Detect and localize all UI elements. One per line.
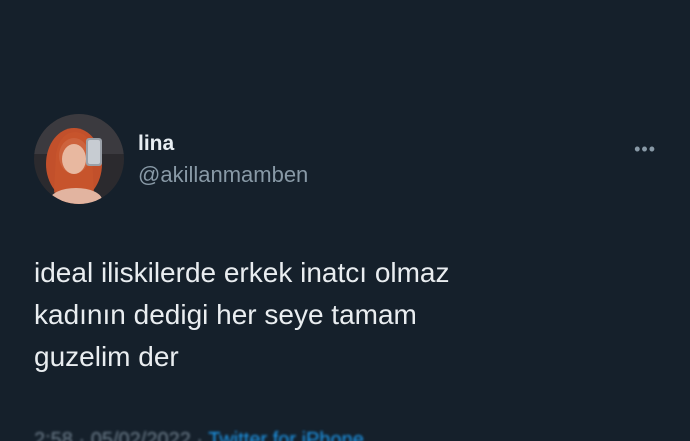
tweet-source[interactable]: Twitter for iPhone <box>208 429 364 441</box>
tweet-text-line: guzelim der <box>34 341 179 372</box>
tweet-text-line: kadının dedigi her seye tamam <box>34 299 417 330</box>
username[interactable]: @akillanmamben <box>138 162 308 188</box>
tweet-meta: 2:58 · 05/02/2022 · Twitter for iPhone <box>34 428 364 441</box>
tweet-time[interactable]: 2:58 <box>34 429 73 441</box>
more-horizontal-icon[interactable]: ••• <box>634 140 656 158</box>
author-names: lina @akillanmamben <box>138 132 308 188</box>
tweet-header: lina @akillanmamben ••• <box>34 114 664 208</box>
avatar-image <box>34 114 124 204</box>
tweet-text-line: ideal iliskilerde erkek inatcı olmaz <box>34 257 450 288</box>
tweet-date[interactable]: 05/02/2022 <box>91 429 191 441</box>
meta-separator: · <box>196 429 209 441</box>
display-name[interactable]: lina <box>138 132 308 156</box>
tweet-card: lina @akillanmamben ••• ideal iliskilerd… <box>0 0 690 441</box>
tweet-text: ideal iliskilerde erkek inatcı olmaz kad… <box>34 252 654 378</box>
meta-separator: · <box>78 429 91 441</box>
avatar[interactable] <box>34 114 124 204</box>
